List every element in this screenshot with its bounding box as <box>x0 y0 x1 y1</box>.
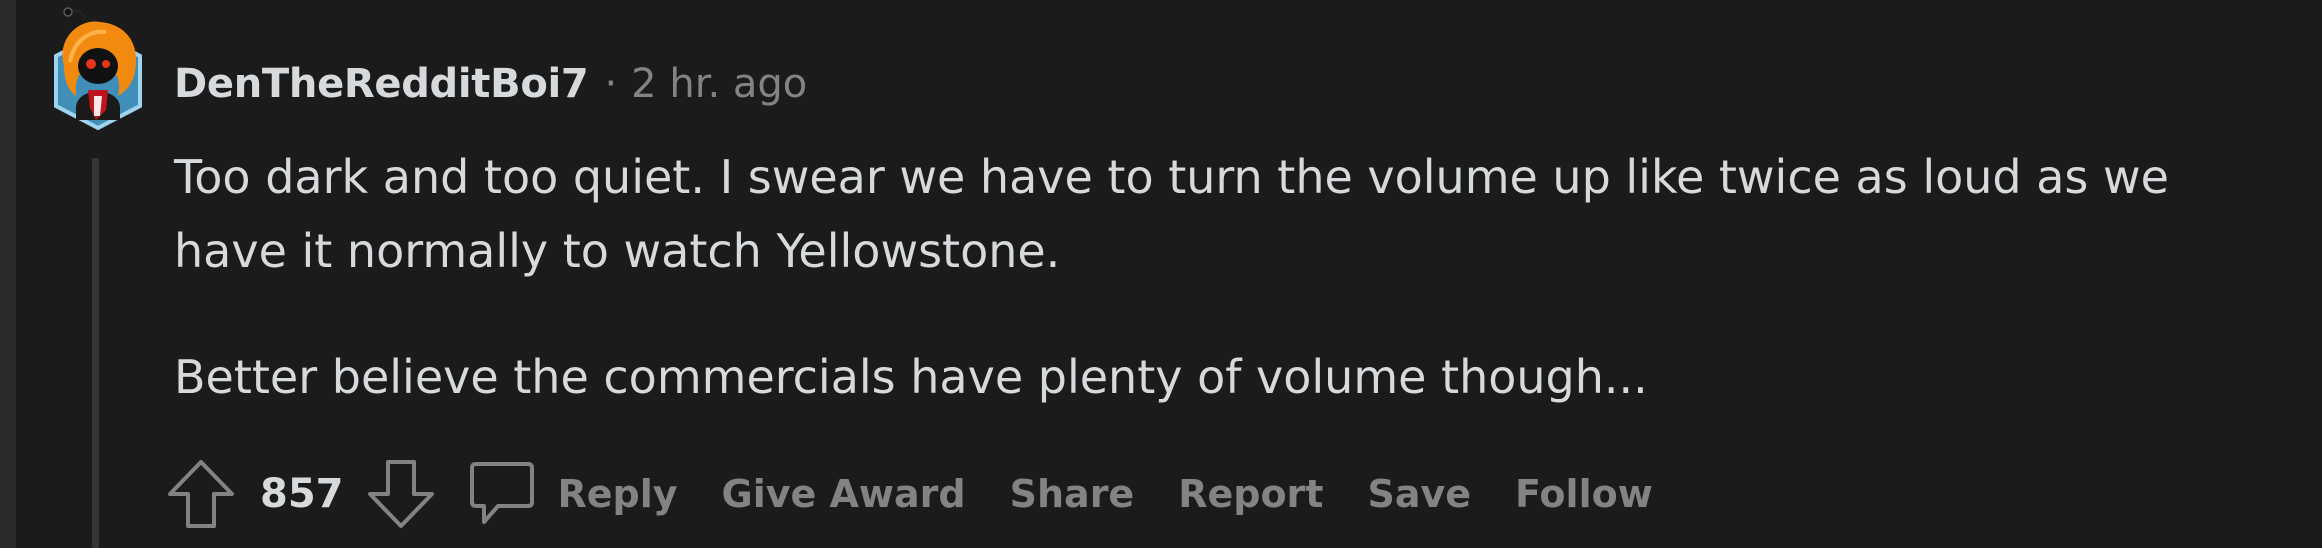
comment-thread-line[interactable] <box>92 158 99 548</box>
upvote-arrow-icon <box>168 460 234 528</box>
save-button[interactable]: Save <box>1367 472 1471 516</box>
comment-bubble-icon <box>469 462 534 524</box>
comment-view: DenTheRedditBoi7 · 2 hr. ago Too dark an… <box>0 0 2322 548</box>
downvote-arrow-icon <box>367 460 434 528</box>
user-avatar[interactable] <box>46 4 150 132</box>
downvote-button[interactable] <box>366 458 436 530</box>
reply-button[interactable]: Reply <box>468 458 678 530</box>
comment-paragraph: Better believe the commercials have plen… <box>174 350 1648 404</box>
avatar-image <box>54 7 142 131</box>
report-button[interactable]: Report <box>1178 472 1323 516</box>
parent-thread-rail[interactable] <box>0 0 16 548</box>
vote-score: 857 <box>260 471 344 517</box>
comment-body: Too dark and too quiet. I swear we have … <box>174 140 2254 414</box>
comment-action-bar: 857 Reply Give Award Share Report Save F… <box>166 456 1697 532</box>
reply-label: Reply <box>557 472 678 516</box>
comment-paragraph: Too dark and too quiet. I swear we have … <box>174 150 2169 278</box>
give-award-button[interactable]: Give Award <box>722 472 966 516</box>
follow-button[interactable]: Follow <box>1515 472 1653 516</box>
comment-timestamp[interactable]: 2 hr. ago <box>631 61 807 107</box>
meta-separator: · <box>604 61 618 107</box>
upvote-button[interactable] <box>166 458 236 530</box>
username-link[interactable]: DenTheRedditBoi7 <box>174 61 589 107</box>
share-button[interactable]: Share <box>1010 472 1135 516</box>
comment-meta: DenTheRedditBoi7 · 2 hr. ago <box>174 52 807 116</box>
